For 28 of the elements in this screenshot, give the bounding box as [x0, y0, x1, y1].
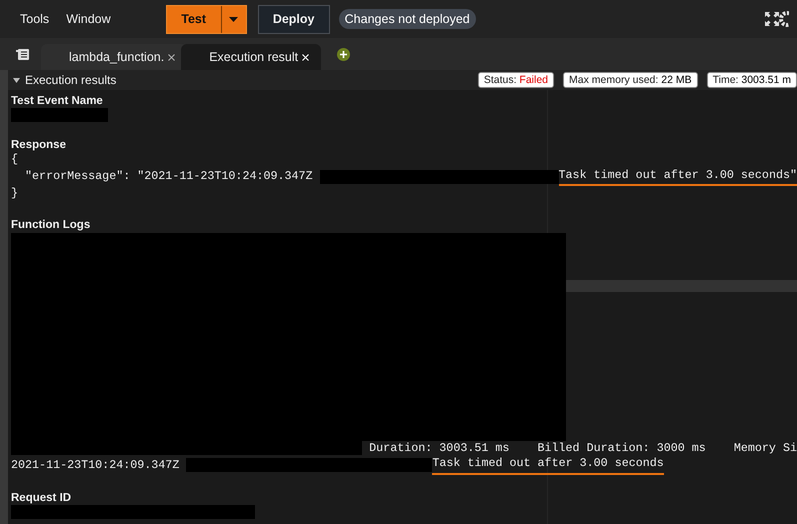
menu-item[interactable]: Window — [66, 12, 111, 26]
metric-badge: Status: Failed — [478, 72, 554, 88]
close-icon[interactable] — [168, 54, 176, 60]
section-heading: Test Event Name — [11, 94, 104, 108]
add-tab-icon[interactable] — [337, 48, 350, 60]
panel-title: Execution results — [25, 73, 116, 87]
log-text: "errorMessage": "2021-11-23T10:24:09.347Z — [24, 169, 314, 184]
section-heading: Request ID — [11, 490, 72, 504]
status-badge: Changes not deployed — [338, 9, 476, 29]
log-text: { — [11, 152, 18, 168]
highlighted-log-text: Task timed out after 3.00 seconds — [432, 456, 664, 474]
log-text: 2021-11-23T10:24:09.347Z — [11, 458, 180, 473]
section-heading: Response — [11, 138, 67, 152]
editor-tab[interactable]: Execution result — [181, 44, 322, 70]
highlighted-log-text: Task timed out after 3.00 seconds" — [558, 168, 797, 186]
horizontal-scrollbar[interactable] — [566, 280, 797, 292]
caret-icon — [229, 16, 238, 22]
deploy-button[interactable]: Deploy — [258, 4, 330, 34]
log-text: Duration: 3003.51 ms Billed Duration: 3000 ms Memory Si — [368, 440, 797, 456]
metric-badge: Time: 3003.51 m — [706, 72, 797, 88]
fullscreen-icon[interactable] — [765, 12, 779, 26]
section-heading: Function Logs — [11, 218, 92, 232]
settings-icon[interactable] — [779, 11, 789, 27]
log-text: } — [11, 186, 18, 202]
collapse-toggle-icon[interactable] — [13, 76, 20, 84]
file-tree-icon[interactable] — [16, 48, 29, 60]
metric-badge: Max memory used: 22 MB — [563, 72, 698, 88]
menu-item[interactable]: Tools — [20, 12, 50, 26]
